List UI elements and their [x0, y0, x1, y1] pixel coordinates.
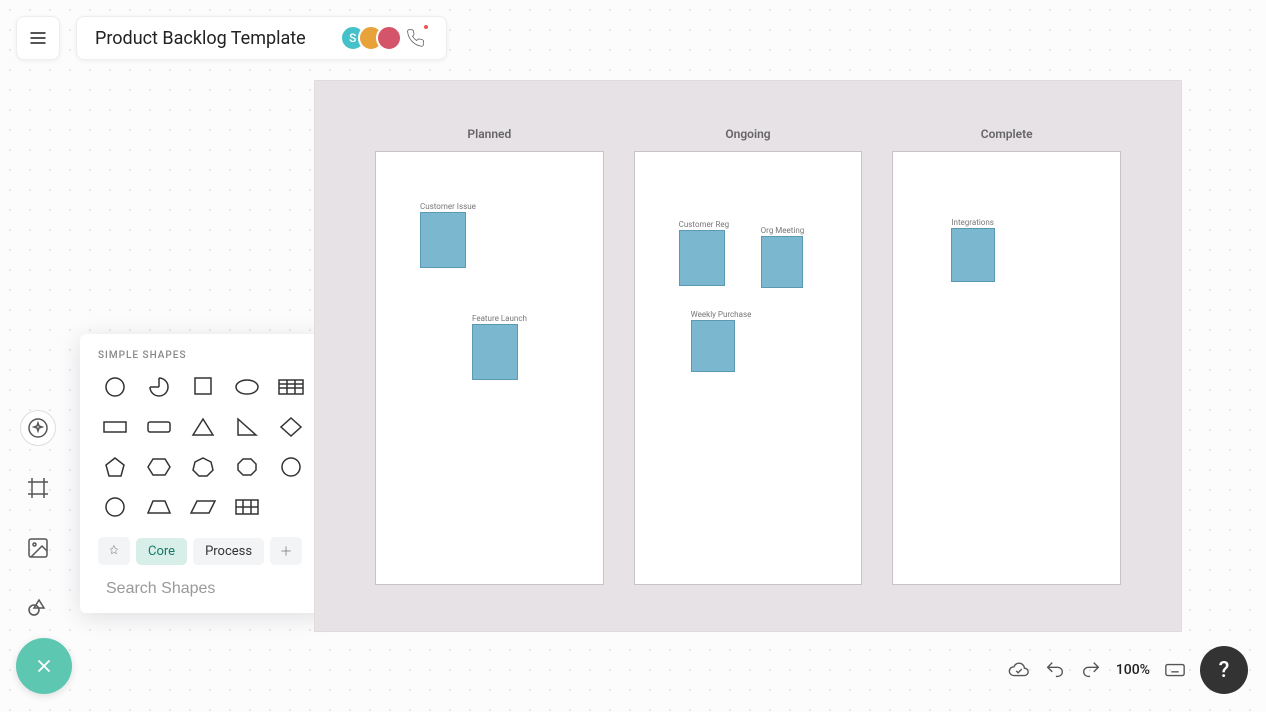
shape-ellipse[interactable]: [230, 373, 264, 401]
image-tool-button[interactable]: [20, 530, 56, 566]
card-label: Integrations: [951, 218, 994, 227]
avatar[interactable]: [376, 25, 402, 51]
column-title: Complete: [892, 127, 1121, 141]
column-title: Ongoing: [634, 127, 863, 141]
shape-diamond[interactable]: [274, 413, 308, 441]
shape-arc[interactable]: [142, 373, 176, 401]
shapes-icon: [26, 596, 50, 620]
close-icon: [33, 655, 55, 677]
shape-octagon[interactable]: [230, 453, 264, 481]
shape-triangle[interactable]: [186, 413, 220, 441]
keyboard-shortcuts-button[interactable]: [1164, 659, 1186, 681]
ai-tool-button[interactable]: [20, 410, 56, 446]
board-card[interactable]: [679, 230, 725, 286]
shape-parallelogram[interactable]: [186, 493, 220, 521]
redo-icon: [1080, 659, 1102, 681]
board-column[interactable]: Planned Customer Issue Feature Launch: [375, 127, 604, 585]
pin-icon: [106, 543, 122, 559]
column-body[interactable]: Customer Reg Org Meeting Weekly Purchase: [634, 151, 863, 585]
board-card[interactable]: [761, 236, 803, 288]
close-panel-button[interactable]: [16, 638, 72, 694]
call-button[interactable]: [402, 25, 428, 51]
help-button[interactable]: ?: [1200, 646, 1248, 694]
category-core[interactable]: Core: [136, 538, 187, 565]
image-icon: [26, 536, 50, 560]
phone-icon: [405, 28, 425, 48]
title-bar: Product Backlog Template S: [76, 16, 447, 60]
board-column[interactable]: Complete Integrations: [892, 127, 1121, 585]
board-card[interactable]: [691, 320, 735, 372]
card-label: Customer Reg: [679, 220, 729, 229]
keyboard-icon: [1164, 659, 1186, 681]
shape-heptagon[interactable]: [186, 453, 220, 481]
call-notification-dot: [422, 23, 430, 31]
undo-button[interactable]: [1044, 659, 1066, 681]
shape-grid: [80, 373, 326, 521]
shape-table[interactable]: [274, 373, 308, 401]
board-card[interactable]: [420, 212, 466, 268]
shape-nonagon[interactable]: [274, 453, 308, 481]
menu-button[interactable]: [16, 16, 60, 60]
shape-decagon[interactable]: [98, 493, 132, 521]
frame-icon: [26, 476, 50, 500]
column-body[interactable]: Integrations: [892, 151, 1121, 585]
bottom-toolbar: 100% ?: [1008, 646, 1248, 694]
board-column[interactable]: Ongoing Customer Reg Org Meeting Weekly Pur…: [634, 127, 863, 585]
category-process[interactable]: Process: [193, 538, 264, 565]
frame-tool-button[interactable]: [20, 470, 56, 506]
redo-button[interactable]: [1080, 659, 1102, 681]
shape-rounded-rectangle[interactable]: [142, 413, 176, 441]
shape-rectangle[interactable]: [98, 413, 132, 441]
shape-square[interactable]: [186, 373, 220, 401]
card-label: Customer Issue: [420, 202, 476, 211]
board-card[interactable]: [951, 228, 995, 282]
canvas-board[interactable]: Planned Customer Issue Feature Launch Ongoi…: [314, 80, 1182, 632]
pin-category-button[interactable]: [98, 537, 130, 565]
shapes-panel-title: SIMPLE SHAPES: [80, 350, 326, 373]
column-title: Planned: [375, 127, 604, 141]
collaborator-avatars: S: [340, 25, 428, 51]
left-toolbar: [20, 410, 56, 626]
shape-grid3[interactable]: [230, 493, 264, 521]
shape-trapezoid[interactable]: [142, 493, 176, 521]
shape-pentagon[interactable]: [98, 453, 132, 481]
shape-category-tabs: Core Process: [80, 521, 326, 573]
card-label: Org Meeting: [761, 226, 805, 235]
hamburger-icon: [28, 28, 48, 48]
document-title[interactable]: Product Backlog Template: [95, 28, 306, 49]
plus-icon: [278, 543, 294, 559]
card-label: Weekly Purchase: [691, 310, 752, 319]
shape-right-triangle[interactable]: [230, 413, 264, 441]
add-category-button[interactable]: [270, 537, 302, 565]
shape-search: [80, 573, 326, 605]
cloud-sync-button[interactable]: [1008, 659, 1030, 681]
cloud-icon: [1008, 659, 1030, 681]
shape-hexagon[interactable]: [142, 453, 176, 481]
card-label: Feature Launch: [472, 314, 527, 323]
shapes-panel: SIMPLE SHAPES Core Process: [80, 334, 326, 613]
shapes-tool-button[interactable]: [20, 590, 56, 626]
undo-icon: [1044, 659, 1066, 681]
search-input[interactable]: [106, 580, 313, 598]
column-body[interactable]: Customer Issue Feature Launch: [375, 151, 604, 585]
sparkle-icon: [26, 416, 50, 440]
zoom-level[interactable]: 100%: [1116, 662, 1150, 678]
shape-circle[interactable]: [98, 373, 132, 401]
board-card[interactable]: [472, 324, 518, 380]
